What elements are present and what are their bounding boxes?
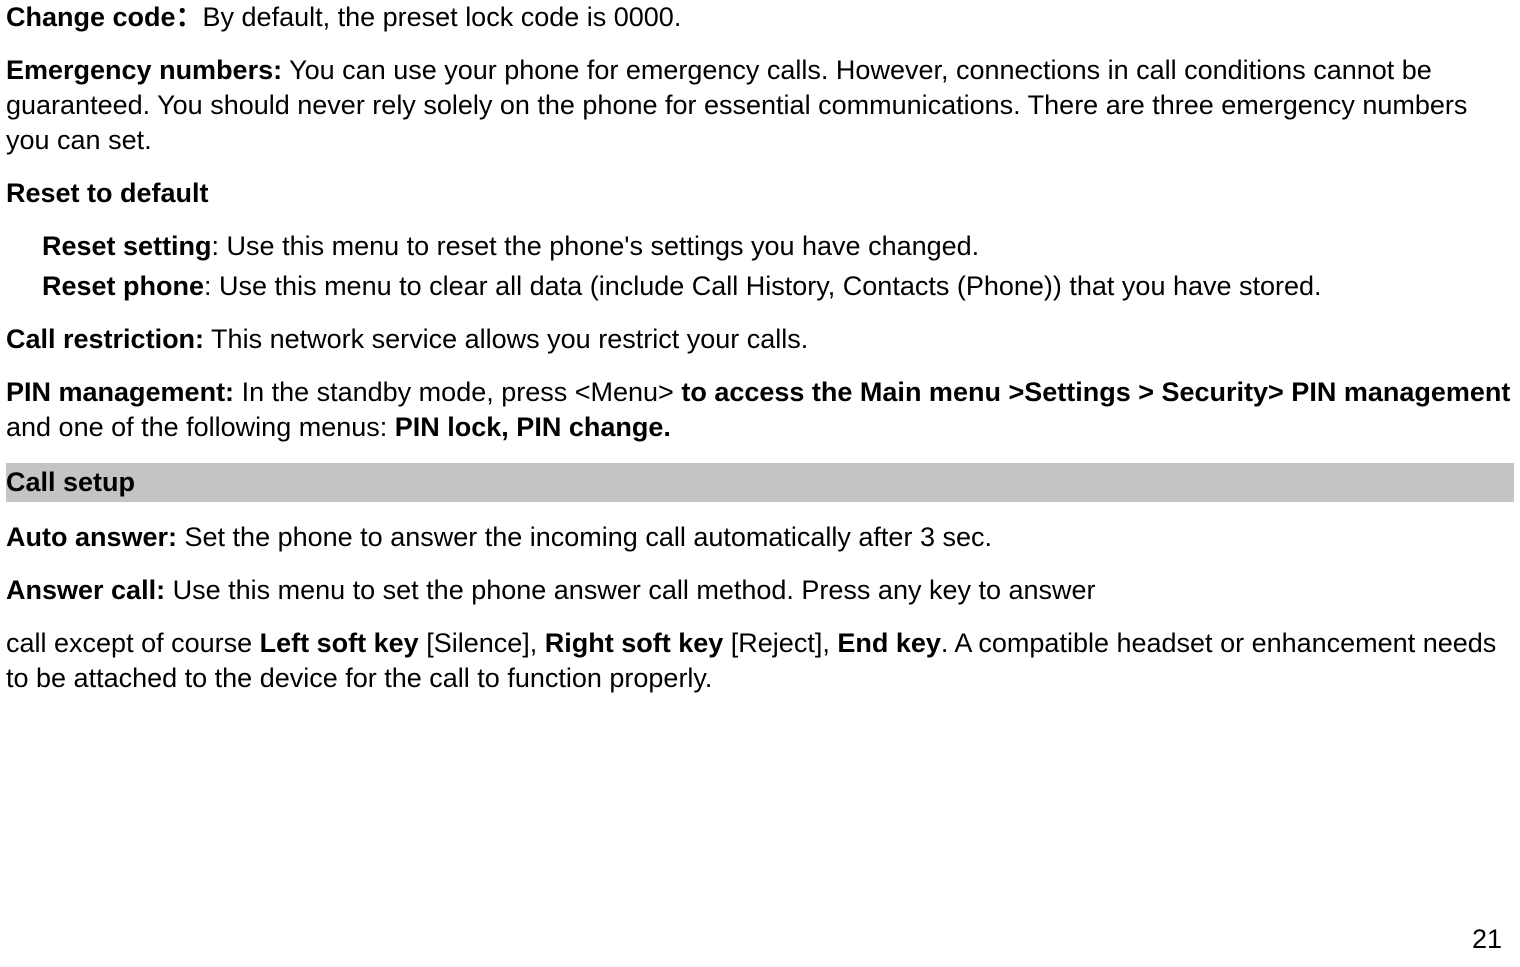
text-pin-2: and one of the following menus: bbox=[6, 412, 395, 442]
paragraph-change-code: Change code：By default, the preset lock … bbox=[6, 0, 1514, 35]
paragraph-auto-answer: Auto answer: Set the phone to answer the… bbox=[6, 520, 1514, 555]
paragraph-emergency-numbers: Emergency numbers: You can use your phon… bbox=[6, 53, 1514, 158]
label-change-code: Change code： bbox=[6, 2, 203, 32]
page-number: 21 bbox=[1472, 922, 1502, 957]
text-pin-1: In the standby mode, press <Menu> bbox=[234, 377, 681, 407]
label-pin-management: PIN management: bbox=[6, 377, 234, 407]
text-reset-setting: : Use this menu to reset the phone's set… bbox=[212, 231, 980, 261]
label-left-soft-key: Left soft key bbox=[260, 628, 419, 658]
text-answer-call: Use this menu to set the phone answer ca… bbox=[165, 575, 1095, 605]
paragraph-pin-management: PIN management: In the standby mode, pre… bbox=[6, 375, 1514, 445]
label-reset-default: Reset to default bbox=[6, 178, 209, 208]
label-pin-options: PIN lock, PIN change. bbox=[395, 412, 671, 442]
label-call-restriction: Call restriction: bbox=[6, 324, 204, 354]
text-ac-2: [Silence], bbox=[419, 628, 545, 658]
text-change-code: By default, the preset lock code is 0000… bbox=[203, 2, 682, 32]
paragraph-reset-phone: Reset phone: Use this menu to clear all … bbox=[42, 269, 1514, 304]
label-pin-path: to access the Main menu >Settings > Secu… bbox=[681, 377, 1510, 407]
label-emergency-numbers: Emergency numbers: bbox=[6, 55, 282, 85]
paragraph-answer-call-cont: call except of course Left soft key [Sil… bbox=[6, 626, 1514, 696]
text-auto-answer: Set the phone to answer the incoming cal… bbox=[177, 522, 992, 552]
paragraph-answer-call: Answer call: Use this menu to set the ph… bbox=[6, 573, 1514, 608]
label-auto-answer: Auto answer: bbox=[6, 522, 177, 552]
text-call-restriction: This network service allows you restrict… bbox=[204, 324, 808, 354]
label-reset-setting: Reset setting bbox=[42, 231, 212, 261]
text-ac-3: [Reject], bbox=[723, 628, 837, 658]
section-call-setup: Call setup bbox=[6, 463, 1514, 502]
text-ac-1: call except of course bbox=[6, 628, 260, 658]
paragraph-reset-setting: Reset setting: Use this menu to reset th… bbox=[42, 229, 1514, 264]
paragraph-call-restriction: Call restriction: This network service a… bbox=[6, 322, 1514, 357]
label-answer-call: Answer call: bbox=[6, 575, 165, 605]
label-end-key: End key bbox=[837, 628, 941, 658]
text-reset-phone: : Use this menu to clear all data (inclu… bbox=[204, 271, 1322, 301]
label-right-soft-key: Right soft key bbox=[545, 628, 724, 658]
label-reset-phone: Reset phone bbox=[42, 271, 204, 301]
paragraph-reset-default: Reset to default bbox=[6, 176, 1514, 211]
